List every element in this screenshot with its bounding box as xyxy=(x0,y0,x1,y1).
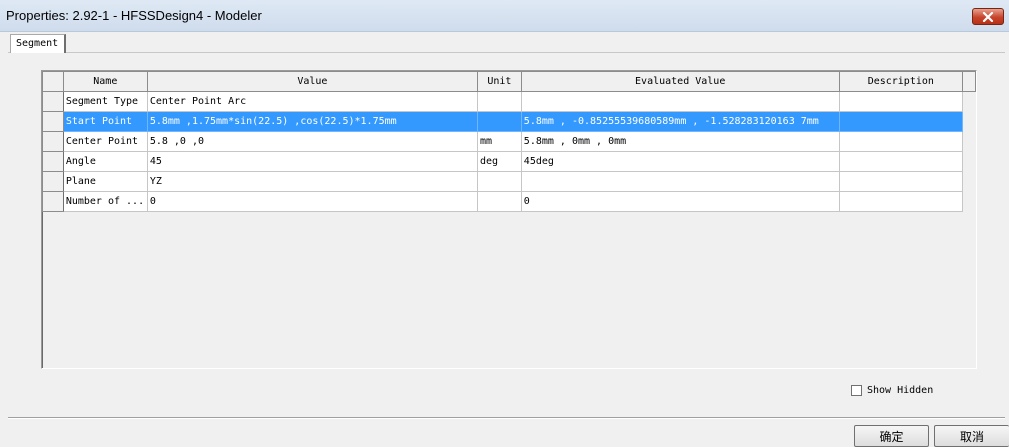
column-header-evaluated-value[interactable]: Evaluated Value xyxy=(520,71,840,92)
cell-value[interactable]: YZ xyxy=(146,171,478,192)
column-header-unit[interactable]: Unit xyxy=(476,71,522,92)
cell-name[interactable]: Center Point xyxy=(62,131,148,152)
row-selector[interactable] xyxy=(42,91,64,112)
table-row[interactable]: Start Point 5.8mm ,1.75mm*sin(22.5) ,cos(… xyxy=(42,111,976,132)
cell-unit[interactable] xyxy=(476,191,522,212)
row-selector[interactable] xyxy=(42,131,64,152)
column-header-description[interactable]: Description xyxy=(838,71,964,92)
show-hidden-option[interactable]: Show Hidden xyxy=(851,383,933,397)
row-selector[interactable] xyxy=(42,151,64,172)
show-hidden-checkbox[interactable] xyxy=(851,384,862,396)
cell-evaluated-value[interactable]: 5.8mm , -0.85255539680589mm , -1.5282831… xyxy=(520,111,840,132)
column-header-filler xyxy=(962,71,976,92)
cell-description[interactable] xyxy=(838,111,964,132)
table-row[interactable]: Segment Type Center Point Arc xyxy=(42,91,976,112)
cell-evaluated-value[interactable]: 45deg xyxy=(520,151,840,172)
header-row: Name Value Unit Evaluated Value Descript… xyxy=(42,71,976,92)
cell-description[interactable] xyxy=(838,191,964,212)
cell-unit[interactable] xyxy=(476,171,522,192)
cell-description[interactable] xyxy=(838,151,964,172)
ok-button[interactable]: 确定 xyxy=(854,425,929,447)
cell-evaluated-value[interactable] xyxy=(520,91,840,112)
table-row[interactable]: Plane YZ xyxy=(42,171,976,192)
tab-strip xyxy=(8,52,1005,53)
cell-name[interactable]: Segment Type xyxy=(62,91,148,112)
bottom-separator xyxy=(8,417,1005,419)
tab-segment[interactable]: Segment xyxy=(10,34,66,53)
properties-grid: Name Value Unit Evaluated Value Descript… xyxy=(41,70,977,369)
cell-unit[interactable]: mm xyxy=(476,131,522,152)
cell-value[interactable]: 5.8mm ,1.75mm*sin(22.5) ,cos(22.5)*1.75m… xyxy=(146,111,478,132)
title-bar: Properties: 2.92-1 - HFSSDesign4 - Model… xyxy=(0,0,1009,32)
cell-name[interactable]: Number of ... xyxy=(62,191,148,212)
cell-value[interactable]: 0 xyxy=(146,191,478,212)
cancel-button[interactable]: 取消 xyxy=(934,425,1009,447)
cell-unit[interactable] xyxy=(476,111,522,132)
grid-corner xyxy=(42,71,64,92)
window-title: Properties: 2.92-1 - HFSSDesign4 - Model… xyxy=(6,8,262,23)
cell-evaluated-value[interactable]: 0 xyxy=(520,191,840,212)
row-selector[interactable] xyxy=(42,191,64,212)
column-header-value[interactable]: Value xyxy=(146,71,478,92)
show-hidden-label: Show Hidden xyxy=(867,384,934,396)
cell-name[interactable]: Plane xyxy=(62,171,148,192)
cell-value[interactable]: 5.8 ,0 ,0 xyxy=(146,131,478,152)
table-row[interactable]: Center Point 5.8 ,0 ,0 mm 5.8mm , 0mm , 0mm xyxy=(42,131,976,152)
cell-unit[interactable] xyxy=(476,91,522,112)
table-row[interactable]: Angle 45 deg 45deg xyxy=(42,151,976,172)
cell-description[interactable] xyxy=(838,91,964,112)
cell-unit[interactable]: deg xyxy=(476,151,522,172)
table-row[interactable]: Number of ... 0 0 xyxy=(42,191,976,212)
close-icon xyxy=(982,11,994,22)
row-selector[interactable] xyxy=(42,111,64,132)
close-button[interactable] xyxy=(972,8,1004,25)
cell-value[interactable]: Center Point Arc xyxy=(146,91,478,112)
cell-evaluated-value[interactable] xyxy=(520,171,840,192)
cell-description[interactable] xyxy=(838,131,964,152)
properties-table: Name Value Unit Evaluated Value Descript… xyxy=(42,71,976,212)
cell-description[interactable] xyxy=(838,171,964,192)
row-selector[interactable] xyxy=(42,171,64,192)
cell-evaluated-value[interactable]: 5.8mm , 0mm , 0mm xyxy=(520,131,840,152)
column-header-name[interactable]: Name xyxy=(62,71,148,92)
cell-name[interactable]: Start Point xyxy=(62,111,148,132)
cell-value[interactable]: 45 xyxy=(146,151,478,172)
cell-name[interactable]: Angle xyxy=(62,151,148,172)
